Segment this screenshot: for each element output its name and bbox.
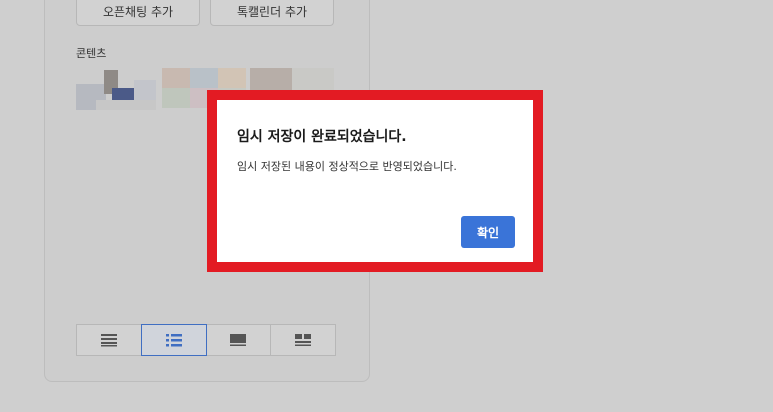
dialog-message: 임시 저장된 내용이 정상적으로 반영되었습니다.	[237, 160, 457, 173]
grid-card-icon	[295, 334, 311, 346]
view-option-list[interactable]	[141, 324, 207, 356]
view-mode-switch	[76, 324, 336, 356]
view-option-text[interactable]	[77, 325, 142, 355]
large-card-icon	[230, 334, 246, 346]
dialog-highlight-frame: 임시 저장이 완료되었습니다. 임시 저장된 내용이 정상적으로 반영되었습니다…	[207, 90, 543, 272]
contents-label: 콘텐츠	[76, 47, 107, 60]
view-option-card[interactable]	[206, 325, 271, 355]
dialog-title: 임시 저장이 완료되었습니다.	[237, 129, 407, 145]
add-talk-calendar-button[interactable]: 톡캘린더 추가	[210, 0, 334, 26]
bulleted-list-icon	[166, 334, 182, 347]
add-openchat-button[interactable]: 오픈채팅 추가	[76, 0, 200, 26]
temp-save-dialog: 임시 저장이 완료되었습니다. 임시 저장된 내용이 정상적으로 반영되었습니다…	[217, 100, 533, 262]
text-lines-icon	[101, 334, 117, 347]
view-option-grid[interactable]	[271, 325, 335, 355]
content-thumbnail[interactable]	[76, 70, 156, 110]
confirm-button[interactable]: 확인	[461, 216, 515, 248]
